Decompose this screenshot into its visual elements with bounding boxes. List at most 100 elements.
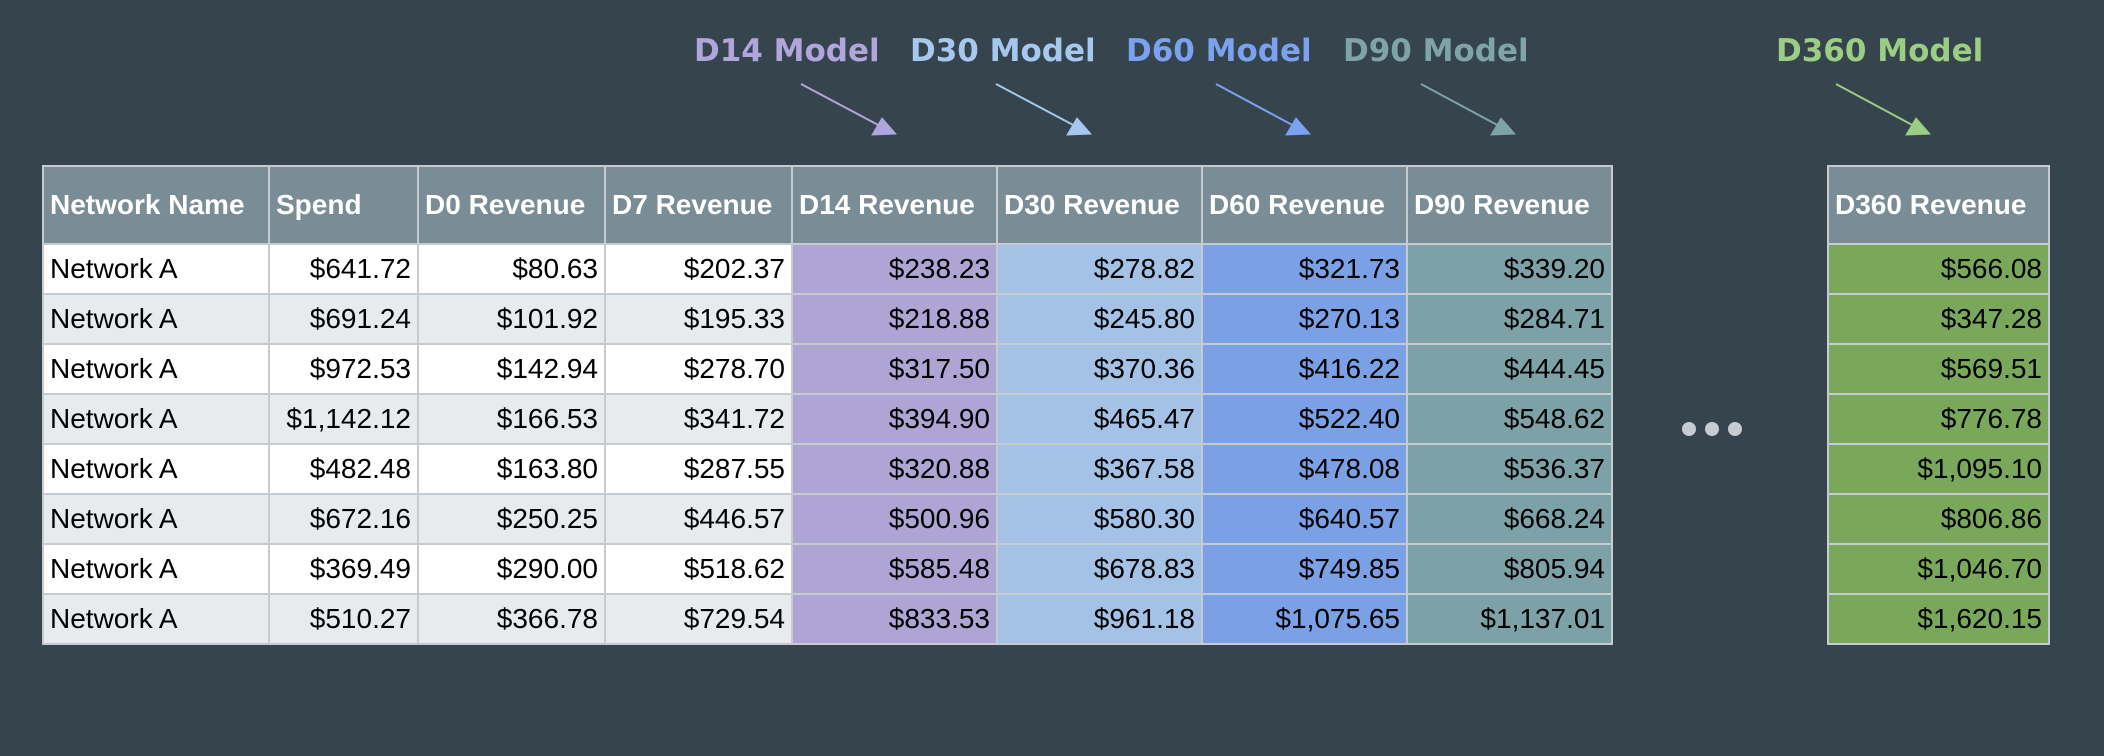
header-d360-revenue: D360 Revenue — [1827, 165, 2050, 245]
d14-model-label: D14 Model — [694, 33, 880, 69]
network-name-cell: Network A — [42, 493, 270, 545]
network-name-cell: Network A — [42, 343, 270, 395]
d360-row: $776.78 — [1827, 393, 2050, 445]
d360-revenue-cell: $1,620.15 — [1827, 593, 2050, 645]
d60-model-label: D60 Model — [1126, 33, 1312, 69]
d90-model-label: D90 Model — [1343, 33, 1529, 69]
d30-revenue-cell: $465.47 — [996, 393, 1203, 445]
d0-revenue-cell: $142.94 — [417, 343, 606, 395]
d360-model-label: D360 Model — [1776, 33, 1984, 69]
table-row: Network A $641.72 $80.63 $202.37 $238.23 $278… — [42, 243, 1613, 295]
d60-revenue-cell: $270.13 — [1201, 293, 1408, 345]
d360-row: $1,620.15 — [1827, 593, 2050, 645]
d7-revenue-cell: $202.37 — [604, 243, 793, 295]
d360-row: $1,046.70 — [1827, 543, 2050, 595]
d30-revenue-cell: $678.83 — [996, 543, 1203, 595]
d60-revenue-cell: $478.08 — [1201, 443, 1408, 495]
d360-revenue-cell: $566.08 — [1827, 243, 2050, 295]
spend-cell: $672.16 — [268, 493, 419, 545]
d90-revenue-cell: $444.45 — [1406, 343, 1613, 395]
d60-arrow — [1215, 83, 1312, 136]
d360-row: $566.08 — [1827, 243, 2050, 295]
d360-row: $347.28 — [1827, 293, 2050, 345]
spend-cell: $1,142.12 — [268, 393, 419, 445]
d60-revenue-cell: $416.22 — [1201, 343, 1408, 395]
network-name-cell: Network A — [42, 593, 270, 645]
d360-revenue-table: D360 Revenue $566.08 $347.28 $569.51 $776.7… — [1827, 165, 2050, 645]
ellipsis-dot — [1682, 422, 1696, 436]
d90-revenue-cell: $668.24 — [1406, 493, 1613, 545]
header-d0-revenue: D0 Revenue — [417, 165, 606, 245]
d7-revenue-cell: $278.70 — [604, 343, 793, 395]
d360-arrow — [1835, 83, 1932, 136]
d60-revenue-cell: $321.73 — [1201, 243, 1408, 295]
network-name-cell: Network A — [42, 243, 270, 295]
d360-revenue-cell: $776.78 — [1827, 393, 2050, 445]
table-row: Network A $369.49 $290.00 $518.62 $585.48 $67… — [42, 543, 1613, 595]
d90-revenue-cell: $548.62 — [1406, 393, 1613, 445]
d14-revenue-cell: $833.53 — [791, 593, 998, 645]
d90-revenue-cell: $805.94 — [1406, 543, 1613, 595]
d30-revenue-cell: $245.80 — [996, 293, 1203, 345]
d30-model-label: D30 Model — [910, 33, 1096, 69]
table-row: Network A $510.27 $366.78 $729.54 $833.53 $96… — [42, 593, 1613, 645]
d14-revenue-cell: $500.96 — [791, 493, 998, 545]
table-row: Network A $691.24 $101.92 $195.33 $218.88 $24… — [42, 293, 1613, 345]
d360-revenue-cell: $569.51 — [1827, 343, 2050, 395]
header-d7-revenue: D7 Revenue — [604, 165, 793, 245]
d7-revenue-cell: $287.55 — [604, 443, 793, 495]
d0-revenue-cell: $80.63 — [417, 243, 606, 295]
spend-cell: $691.24 — [268, 293, 419, 345]
d7-revenue-cell: $195.33 — [604, 293, 793, 345]
d7-revenue-cell: $341.72 — [604, 393, 793, 445]
d30-arrow — [995, 83, 1093, 136]
d7-revenue-cell: $446.57 — [604, 493, 793, 545]
d90-arrow — [1420, 83, 1517, 136]
d360-revenue-cell: $1,046.70 — [1827, 543, 2050, 595]
d0-revenue-cell: $163.80 — [417, 443, 606, 495]
d0-revenue-cell: $290.00 — [417, 543, 606, 595]
network-name-cell: Network A — [42, 443, 270, 495]
table-row: Network A $672.16 $250.25 $446.57 $500.96 $58… — [42, 493, 1613, 545]
d90-revenue-cell: $536.37 — [1406, 443, 1613, 495]
d30-revenue-cell: $370.36 — [996, 343, 1203, 395]
d360-row: $1,095.10 — [1827, 443, 2050, 495]
spend-cell: $972.53 — [268, 343, 419, 395]
header-spend: Spend — [268, 165, 419, 245]
d60-revenue-cell: $749.85 — [1201, 543, 1408, 595]
spend-cell: $369.49 — [268, 543, 419, 595]
d360-row: $569.51 — [1827, 343, 2050, 395]
d14-revenue-cell: $218.88 — [791, 293, 998, 345]
header-d30-revenue: D30 Revenue — [996, 165, 1203, 245]
network-name-cell: Network A — [42, 393, 270, 445]
ellipsis-dot — [1728, 422, 1742, 436]
d14-revenue-cell: $394.90 — [791, 393, 998, 445]
d30-revenue-cell: $580.30 — [996, 493, 1203, 545]
d360-row: $806.86 — [1827, 493, 2050, 545]
d0-revenue-cell: $166.53 — [417, 393, 606, 445]
table-row: Network A $482.48 $163.80 $287.55 $320.88 $36… — [42, 443, 1613, 495]
d360-revenue-cell: $347.28 — [1827, 293, 2050, 345]
revenue-table: Network Name Spend D0 Revenue D7 Revenue… — [42, 165, 1613, 645]
d60-revenue-cell: $1,075.65 — [1201, 593, 1408, 645]
d60-revenue-cell: $522.40 — [1201, 393, 1408, 445]
header-d90-revenue: D90 Revenue — [1406, 165, 1613, 245]
spend-cell: $482.48 — [268, 443, 419, 495]
d0-revenue-cell: $250.25 — [417, 493, 606, 545]
d90-revenue-cell: $339.20 — [1406, 243, 1613, 295]
d360-revenue-cell: $806.86 — [1827, 493, 2050, 545]
header-network-name: Network Name — [42, 165, 270, 245]
d60-revenue-cell: $640.57 — [1201, 493, 1408, 545]
d30-revenue-cell: $367.58 — [996, 443, 1203, 495]
header-d14-revenue: D14 Revenue — [791, 165, 998, 245]
d360-header-row: D360 Revenue — [1827, 165, 2050, 245]
spend-cell: $510.27 — [268, 593, 419, 645]
table-row: Network A $1,142.12 $166.53 $341.72 $394.90 $… — [42, 393, 1613, 445]
network-name-cell: Network A — [42, 543, 270, 595]
d30-revenue-cell: $961.18 — [996, 593, 1203, 645]
network-name-cell: Network A — [42, 293, 270, 345]
d14-revenue-cell: $585.48 — [791, 543, 998, 595]
d360-revenue-cell: $1,095.10 — [1827, 443, 2050, 495]
header-d60-revenue: D60 Revenue — [1201, 165, 1408, 245]
ellipsis-icon — [1682, 422, 1742, 436]
